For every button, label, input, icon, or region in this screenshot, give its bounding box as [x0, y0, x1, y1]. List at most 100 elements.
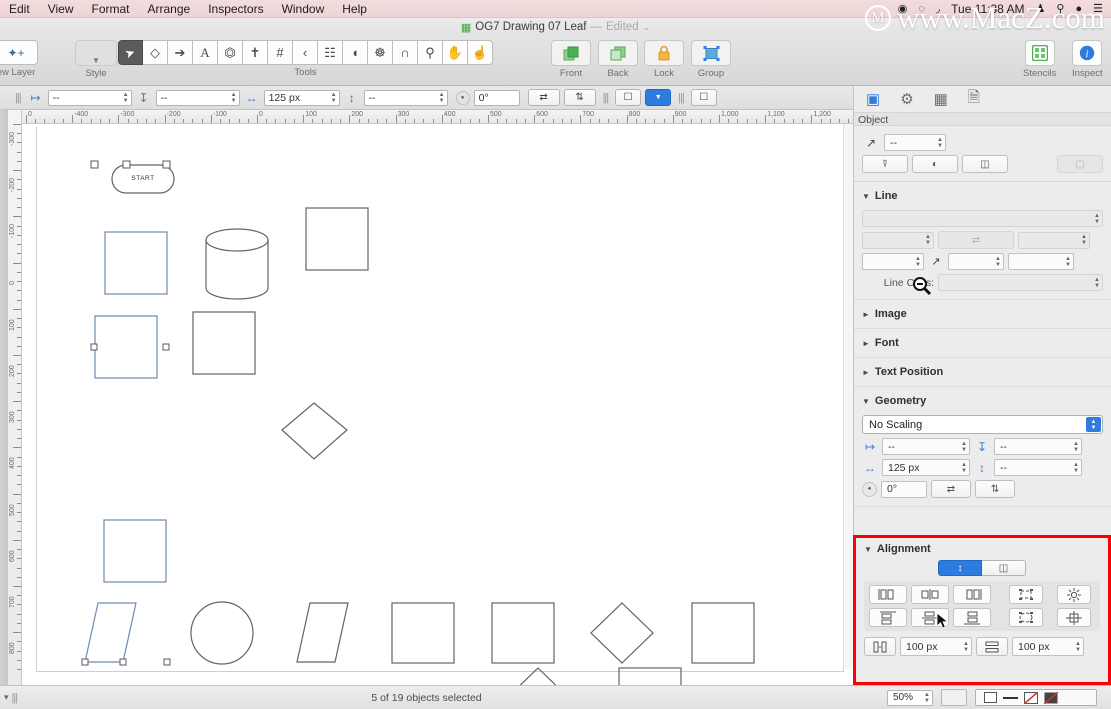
text-position-section[interactable]: ► Text Position: [854, 358, 1111, 387]
inspect-button[interactable]: i: [1072, 40, 1103, 66]
line-caps-stepper[interactable]: ▲ ▼: [1092, 277, 1100, 289]
horizontal-ruler[interactable]: 0 -400 -300 -200 -100 0 100 200 300 400 500 600 700 8…: [22, 110, 853, 124]
image-section-header[interactable]: ► Image: [862, 304, 1103, 324]
line-caps-field[interactable]: ▲ ▼: [938, 274, 1103, 291]
line-arrow-stepper[interactable]: ▲ ▼: [1063, 256, 1071, 268]
distribute-spacing-v-button[interactable]: [1009, 608, 1043, 627]
dropbox-icon[interactable]: ◌: [918, 0, 925, 18]
flip-vertical-button[interactable]: ⇅: [563, 89, 596, 106]
menu-item-arrange[interactable]: Arrange: [139, 0, 200, 18]
geometry-y-field[interactable]: -- ▲ ▼: [994, 438, 1082, 455]
position-x-field[interactable]: -- ▲ ▼: [47, 89, 132, 106]
merge-button[interactable]: ▢: [1057, 155, 1103, 173]
front-button[interactable]: [551, 40, 591, 66]
menu-item-format[interactable]: Format: [82, 0, 138, 18]
spacing-h-field[interactable]: 100 px ▲ ▼: [900, 637, 972, 656]
position-x-stepper[interactable]: ▲ ▼: [121, 92, 129, 104]
font-section-header[interactable]: ► Font: [862, 333, 1103, 353]
height-field[interactable]: -- ▲ ▼: [363, 89, 448, 106]
flip-horizontal-button[interactable]: ⇄: [527, 89, 560, 106]
canvas-vertical-scrollbar[interactable]: [843, 124, 853, 669]
geometry-width-stepper[interactable]: ▲ ▼: [959, 462, 967, 474]
line-width-field[interactable]: ▲ ▼: [862, 253, 924, 270]
grid-tool[interactable]: #: [268, 40, 293, 65]
align-center-h-button[interactable]: [911, 585, 949, 604]
geometry-flip-horizontal-button[interactable]: ⇄: [931, 480, 971, 498]
geometry-y-stepper[interactable]: ▲ ▼: [1071, 441, 1079, 453]
rotation-dial-icon[interactable]: ●: [862, 481, 877, 497]
style-well-button[interactable]: [941, 689, 967, 706]
shape-library-tool[interactable]: ⏣: [218, 40, 243, 65]
spacing-v-field[interactable]: 100 px ▲ ▼: [1012, 637, 1084, 656]
record-icon[interactable]: ◉: [898, 0, 908, 18]
line-type-stepper[interactable]: ▲ ▼: [923, 234, 931, 246]
gear-icon[interactable]: ⚙: [900, 90, 913, 108]
zoom-tool[interactable]: ⚲: [418, 40, 443, 65]
zoom-level-field[interactable]: 50% ▲ ▼: [887, 689, 933, 706]
grip-icon-2[interactable]: |||: [603, 92, 610, 104]
pen-tool[interactable]: ✝: [243, 40, 268, 65]
title-chevron-down-icon[interactable]: ⌄: [643, 22, 651, 33]
stroke-line[interactable]: [1003, 696, 1018, 699]
new-layer-button[interactable]: ✦+: [0, 40, 38, 65]
align-bottom-button[interactable]: [953, 608, 991, 627]
spacing-h-stepper[interactable]: ▲ ▼: [961, 641, 969, 653]
wifi-icon[interactable]: ◞: [936, 0, 940, 18]
font-section[interactable]: ► Font: [854, 329, 1111, 358]
alignment-section-header[interactable]: ▼ Alignment: [864, 542, 1100, 558]
diagram-tool[interactable]: ☷: [318, 40, 343, 65]
shadow-button[interactable]: ◫: [962, 155, 1008, 173]
object-shape-stepper[interactable]: ▲ ▼: [935, 137, 943, 149]
spacing-v-stepper[interactable]: ▲ ▼: [1073, 641, 1081, 653]
align-right-button[interactable]: [953, 585, 991, 604]
stencils-button[interactable]: [1024, 40, 1055, 66]
geometry-x-field[interactable]: -- ▲ ▼: [882, 438, 970, 455]
canvas-icon[interactable]: ▦: [934, 90, 948, 108]
grip-icon[interactable]: |||: [15, 92, 22, 104]
style-button[interactable]: ▼: [75, 40, 117, 66]
spacing-v-button[interactable]: [976, 637, 1008, 656]
user-icon[interactable]: ♟: [1036, 0, 1046, 18]
style-brush-tool[interactable]: ☸: [368, 40, 393, 65]
geometry-rotation-field[interactable]: 0°: [881, 480, 927, 498]
menu-item-help[interactable]: Help: [333, 0, 376, 18]
fill-button[interactable]: ◐: [912, 155, 958, 173]
browse-tool[interactable]: ☝: [468, 40, 493, 65]
width-field[interactable]: 125 px ▲ ▼: [263, 89, 340, 106]
canvas-area[interactable]: 0 -400 -300 -200 -100 0 100 200 300 400 500 600 700 8…: [0, 110, 853, 685]
document-icon[interactable]: 🗎: [968, 87, 980, 112]
line-style-stepper[interactable]: ▲ ▼: [1092, 213, 1100, 225]
shape-button[interactable]: ☐: [615, 89, 642, 106]
line-color-field[interactable]: ▲ ▼: [1018, 231, 1090, 249]
width-stepper[interactable]: ▲ ▼: [329, 92, 337, 104]
spacing-h-button[interactable]: [864, 637, 896, 656]
line-type-field[interactable]: ▲ ▼: [862, 231, 934, 249]
object-shape-field[interactable]: -- ▲ ▼: [884, 134, 946, 151]
no-stroke-swatch[interactable]: [1024, 691, 1038, 704]
select-tool[interactable]: ➤: [118, 40, 143, 65]
back-button[interactable]: [598, 40, 638, 66]
text-position-section-header[interactable]: ► Text Position: [862, 362, 1103, 382]
line-corner-stepper[interactable]: ▲ ▼: [993, 256, 1001, 268]
text-tool[interactable]: A: [193, 40, 218, 65]
menu-clock[interactable]: Tue 11:38 AM: [951, 2, 1024, 16]
geometry-flip-vertical-button[interactable]: ⇅: [975, 480, 1015, 498]
menu-item-view[interactable]: View: [39, 0, 83, 18]
align-top-button[interactable]: [869, 608, 907, 627]
line-tool[interactable]: ➔: [168, 40, 193, 65]
menu-item-inspectors[interactable]: Inspectors: [199, 0, 272, 18]
line-color-stepper[interactable]: ▲ ▼: [1079, 234, 1087, 246]
fill-swatch[interactable]: [984, 692, 997, 703]
image-section[interactable]: ► Image: [854, 300, 1111, 329]
geometry-width-field[interactable]: 125 px ▲ ▼: [882, 459, 970, 476]
angle-tool[interactable]: ‹: [293, 40, 318, 65]
magnet-tool[interactable]: ∩: [393, 40, 418, 65]
position-y-stepper[interactable]: ▲ ▼: [229, 92, 237, 104]
lock-button[interactable]: [644, 40, 684, 66]
document-page[interactable]: [36, 127, 844, 672]
zoom-stepper[interactable]: ▲ ▼: [922, 692, 930, 704]
frame-button[interactable]: ☐: [690, 89, 717, 106]
object-inspector-icon[interactable]: ▣: [866, 90, 880, 108]
menu-item-edit[interactable]: Edit: [0, 0, 39, 18]
shape-pick-button[interactable]: ⍒: [862, 155, 908, 173]
